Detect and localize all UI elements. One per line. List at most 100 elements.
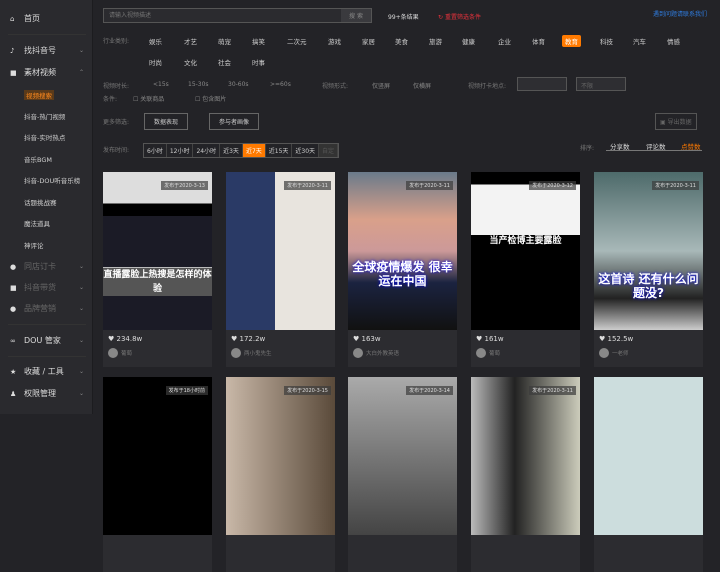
time-tab[interactable]: 近30天 [292, 144, 320, 157]
industry-tag[interactable]: 文化 [181, 56, 200, 68]
industry-tag[interactable]: 美食 [392, 35, 411, 47]
industry-tag[interactable]: 二次元 [284, 35, 310, 47]
industry-tag[interactable]: 萌宠 [215, 35, 234, 47]
publish-date-badge: 发布于2020-3-14 [406, 386, 453, 395]
video-card[interactable]: 发布于2020-3-14 [348, 377, 457, 572]
industry-tag[interactable]: 健康 [459, 35, 478, 47]
sidebar-sub-video-search[interactable]: 视频搜索 [24, 90, 54, 100]
export-button[interactable]: ▣ 导出数据 [655, 113, 697, 130]
duration-option[interactable]: 30-60s [228, 81, 249, 88]
time-tab[interactable]: 12小时 [167, 144, 194, 157]
video-card[interactable]: 发布于2020-3-11 全球疫情爆发 很幸运在中国 ♥ 163w 大白外教英语 [348, 172, 457, 367]
sidebar-sub-music[interactable]: 音乐BGM [24, 154, 52, 164]
sidebar-sub-challenge[interactable]: 话题挑战赛 [24, 197, 57, 207]
video-card[interactable]: 发布于2020-3-13 直播露脸上热搜是怎样的体验 ♥ 234.8w 葡萄 [103, 172, 212, 367]
search-input[interactable] [104, 9, 341, 22]
reset-filters[interactable]: ↻ 重置筛选条件 [438, 12, 481, 21]
time-tab[interactable]: 近15天 [266, 144, 293, 157]
industry-tag[interactable]: 企业 [495, 35, 514, 47]
video-thumbnail[interactable]: 发布于2020-3-15 [226, 377, 335, 535]
condition-checkbox[interactable]: ☐ 关联商品 [133, 94, 164, 103]
author[interactable]: 一老师 [599, 348, 629, 358]
duration-option[interactable]: >=60s [270, 81, 291, 88]
search-button[interactable]: 搜 索 [341, 9, 371, 22]
video-thumbnail[interactable]: 发布于2020-3-11 全球疫情爆发 很幸运在中国 [348, 172, 457, 330]
video-card[interactable] [594, 377, 703, 572]
video-caption: 直播露脸上热搜是怎样的体验 [103, 268, 212, 296]
industry-tag[interactable]: 汽车 [630, 35, 649, 47]
sidebar-item-material[interactable]: ■ 素材视频 ⌃ [10, 67, 88, 78]
video-card[interactable]: 发布于2020-3-11 [471, 377, 580, 572]
location-limit-select[interactable]: 不限 [576, 77, 626, 91]
condition-label-text: 包含图片 [202, 96, 227, 103]
industry-tag[interactable]: 家居 [359, 35, 378, 47]
industry-tag[interactable]: 体育 [529, 35, 548, 47]
time-tab[interactable]: 自定 [319, 144, 339, 157]
time-tab[interactable]: 24小时 [193, 144, 221, 157]
sidebar-item-locked-1[interactable]: ● 同店订卡 ⌄ [10, 261, 88, 272]
sidebar-item-find-account[interactable]: ♪ 找抖音号 ⌄ [10, 45, 88, 56]
author[interactable]: 葡萄 [476, 348, 500, 358]
publish-date-badge: 发布于2020-3-13 [161, 181, 208, 190]
link-icon: ∞ [10, 336, 16, 345]
author[interactable]: 葡萄 [108, 348, 132, 358]
author[interactable]: 大白外教英语 [353, 348, 399, 358]
time-tab[interactable]: 近3天 [220, 144, 243, 157]
sidebar-sub-realtime[interactable]: 抖音-实时热点 [24, 132, 65, 142]
time-tab[interactable]: 近7天 [242, 144, 266, 157]
industry-tag[interactable]: 旅游 [426, 35, 445, 47]
likes-count: ♥ 234.8w [108, 335, 143, 343]
sidebar-sub-comments[interactable]: 神评论 [24, 240, 44, 250]
audience-profile-button[interactable]: 参与者画像 [209, 113, 260, 130]
video-thumbnail[interactable]: 发布于2020-3-12 当产检博主要露脸 [471, 172, 580, 330]
industry-tag[interactable]: 时事 [249, 56, 268, 68]
sidebar-item-home[interactable]: ⌂ 首页 [10, 13, 88, 24]
publish-date-badge: 发布于18小时前 [165, 386, 208, 395]
heart-icon: ♥ [231, 335, 240, 343]
video-thumbnail[interactable] [594, 377, 703, 535]
time-tab[interactable]: 6小时 [144, 144, 167, 157]
sidebar-item-locked-3[interactable]: ● 品牌营销 ⌄ [10, 303, 88, 314]
duration-option[interactable]: <15s [153, 81, 169, 88]
video-thumbnail[interactable]: 发布于2020-3-11 [471, 377, 580, 535]
industry-tag[interactable]: 科技 [597, 35, 616, 47]
data-performance-button[interactable]: 数据表现 [144, 113, 189, 130]
video-card[interactable]: 发布于18小时前 [103, 377, 212, 572]
video-card[interactable]: 发布于2020-3-11 ♥ 172.2w 两小鬼先生 [226, 172, 335, 367]
sidebar-sub-dou-music[interactable]: 抖音-DOU听音乐榜 [24, 175, 80, 185]
video-card[interactable]: 发布于2020-3-12 当产检博主要露脸 ♥ 161w 葡萄 [471, 172, 580, 367]
industry-tag[interactable]: 时尚 [146, 56, 165, 68]
video-card[interactable]: 发布于2020-3-15 [226, 377, 335, 572]
location-select[interactable] [517, 77, 567, 91]
video-thumbnail[interactable]: 发布于2020-3-11 这首诗 还有什么问题没? [594, 172, 703, 330]
format-label: 视频形式: [322, 83, 349, 90]
sidebar-item-dou[interactable]: ∞ DOU 管家 ⌄ [10, 335, 88, 346]
industry-tag[interactable]: 社会 [215, 56, 234, 68]
video-thumbnail[interactable]: 发布于2020-3-14 [348, 377, 457, 535]
video-thumbnail[interactable]: 发布于18小时前 [103, 377, 212, 535]
likes-count: ♥ 163w [353, 335, 381, 343]
video-thumbnail[interactable]: 发布于2020-3-13 直播露脸上热搜是怎样的体验 [103, 172, 212, 330]
industry-tag[interactable]: 娱乐 [146, 35, 165, 47]
condition-checkbox[interactable]: ☐ 包含图片 [195, 94, 226, 103]
industry-tag[interactable]: 游戏 [325, 35, 344, 47]
format-option[interactable]: 仅横屏 [413, 81, 431, 90]
condition-label-text: 关联商品 [140, 96, 165, 103]
duration-option[interactable]: 15-30s [188, 81, 209, 88]
help-link[interactable]: 遇到问题请联系我们 [653, 9, 707, 18]
chevron-down-icon: ⌄ [78, 284, 84, 291]
sidebar-sub-hot-videos[interactable]: 抖音-热门视频 [24, 111, 65, 121]
industry-tag[interactable]: 教育 [562, 35, 581, 47]
industry-tag[interactable]: 情感 [664, 35, 683, 47]
video-card[interactable]: 发布于2020-3-11 这首诗 还有什么问题没? ♥ 152.5w 一老师 [594, 172, 703, 367]
sidebar-sub-props[interactable]: 魔法道具 [24, 218, 50, 228]
video-thumbnail[interactable]: 发布于2020-3-11 [226, 172, 335, 330]
divider [8, 324, 86, 325]
industry-tag[interactable]: 才艺 [181, 35, 200, 47]
industry-tag[interactable]: 搞笑 [249, 35, 268, 47]
sidebar-item-perm[interactable]: ♟ 权限管理 ⌄ [10, 388, 88, 399]
format-option[interactable]: 仅竖屏 [372, 81, 390, 90]
sidebar-item-locked-2[interactable]: ■ 抖音带货 ⌄ [10, 282, 88, 293]
sidebar-item-fav[interactable]: ★ 收藏 / 工具 ⌄ [10, 366, 88, 377]
author[interactable]: 两小鬼先生 [231, 348, 272, 358]
